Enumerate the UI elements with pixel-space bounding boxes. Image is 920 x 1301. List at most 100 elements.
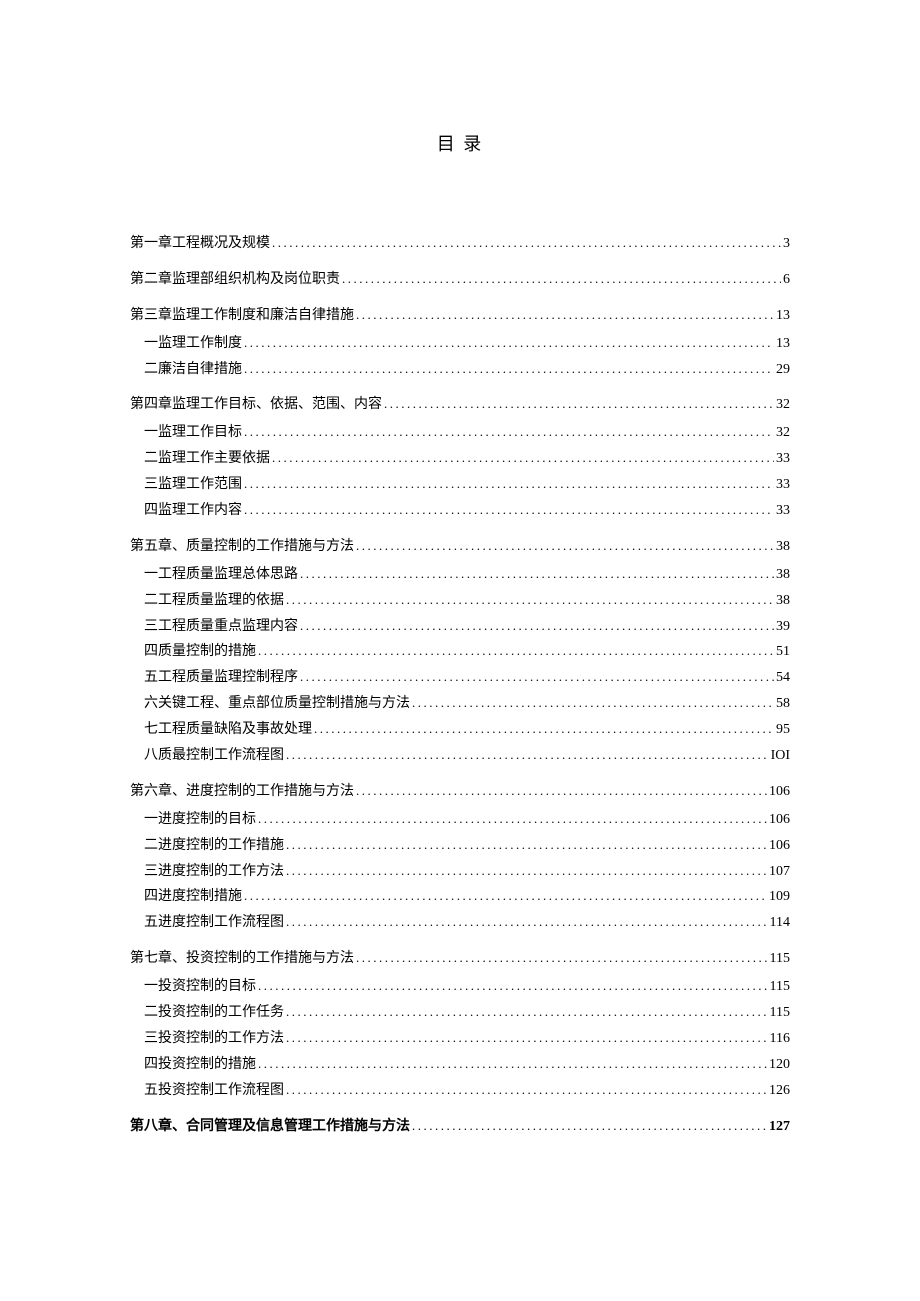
toc-entry: 六关键工程、重点部位质量控制措施与方法 58 bbox=[130, 691, 790, 717]
toc-page-number: 115 bbox=[768, 974, 790, 1000]
toc-label: 第三章监理工作制度和廉洁自律措施 bbox=[130, 303, 354, 329]
toc-entry: 二投资控制的工作任务115 bbox=[130, 1000, 790, 1026]
toc-label: 三监理工作范围 bbox=[144, 472, 242, 498]
toc-label: 四质量控制的措施 bbox=[144, 639, 256, 665]
toc-page-number: 38 bbox=[774, 588, 790, 614]
toc-label: 一监理工作目标 bbox=[144, 420, 242, 446]
toc-leader-dots bbox=[354, 779, 767, 803]
toc-leader-dots bbox=[256, 807, 767, 831]
toc-entry: 五工程质量监理控制程序 54 bbox=[130, 665, 790, 691]
toc-entry: 二监理工作主要依据 33 bbox=[130, 446, 790, 472]
toc-label: 二进度控制的工作措施 bbox=[144, 833, 284, 859]
toc-page-number: 32 bbox=[774, 392, 790, 418]
toc-leader-dots bbox=[284, 743, 769, 767]
toc-label: 四投资控制的措施 bbox=[144, 1052, 256, 1078]
table-of-contents: 第一章工程概况及规模 3 第二章监理部组织机构及岗位职责6 第三章监理工作制度和廉洁自… bbox=[130, 231, 790, 1140]
toc-page-number: 33 bbox=[774, 446, 790, 472]
toc-label: 第六章、进度控制的工作措施与方法 bbox=[130, 779, 354, 805]
toc-label: 一监理工作制度 bbox=[144, 331, 242, 357]
toc-label: 三投资控制的工作方法 bbox=[144, 1026, 284, 1052]
toc-label: 第四章监理工作目标、依据、范围、内容 bbox=[130, 392, 382, 418]
toc-entry: 三进度控制的工作方法107 bbox=[130, 859, 790, 885]
toc-entry: 第八章、合同管理及信息管理工作措施与方法 127 bbox=[130, 1114, 790, 1140]
toc-page-number: 33 bbox=[774, 498, 790, 524]
toc-leader-dots bbox=[298, 665, 774, 689]
toc-page-number: 106 bbox=[767, 779, 790, 805]
toc-page-number: 38 bbox=[774, 562, 790, 588]
toc-page-number: 109 bbox=[767, 884, 790, 910]
toc-label: 八质最控制工作流程图 bbox=[144, 743, 284, 769]
toc-page-number: 39 bbox=[774, 614, 790, 640]
toc-leader-dots bbox=[256, 1052, 767, 1076]
toc-leader-dots bbox=[298, 562, 774, 586]
toc-page-number: 3 bbox=[781, 231, 790, 257]
toc-page-number: 126 bbox=[767, 1078, 790, 1104]
toc-entry: 一工程质量监理总体思路 38 bbox=[130, 562, 790, 588]
toc-entry: 第四章监理工作目标、依据、范围、内容 32 bbox=[130, 392, 790, 418]
toc-label: 一投资控制的目标 bbox=[144, 974, 256, 1000]
toc-entry: 第三章监理工作制度和廉洁自律措施13 bbox=[130, 303, 790, 329]
toc-entry: 三监理工作范围 33 bbox=[130, 472, 790, 498]
toc-page-number: 54 bbox=[774, 665, 790, 691]
toc-label: 五工程质量监理控制程序 bbox=[144, 665, 298, 691]
toc-entry: 四质量控制的措施 51 bbox=[130, 639, 790, 665]
toc-leader-dots bbox=[242, 357, 774, 381]
toc-page-number: 106 bbox=[767, 807, 790, 833]
toc-label: 第八章、合同管理及信息管理工作措施与方法 bbox=[130, 1114, 410, 1140]
toc-page-number: 38 bbox=[774, 534, 790, 560]
toc-page-number: 58 bbox=[774, 691, 790, 717]
toc-label: 六关键工程、重点部位质量控制措施与方法 bbox=[144, 691, 410, 717]
toc-leader-dots bbox=[242, 884, 767, 908]
toc-page-number: 51 bbox=[774, 639, 790, 665]
toc-leader-dots bbox=[270, 446, 774, 470]
toc-leader-dots bbox=[242, 498, 774, 522]
toc-leader-dots bbox=[284, 859, 767, 883]
toc-page-number: 107 bbox=[767, 859, 790, 885]
toc-leader-dots bbox=[410, 1114, 767, 1138]
toc-entry: 二廉洁自律措施 29 bbox=[130, 357, 790, 383]
toc-label: 三工程质量重点监理内容 bbox=[144, 614, 298, 640]
toc-leader-dots bbox=[284, 1026, 768, 1050]
toc-entry: 五进度控制工作流程图114 bbox=[130, 910, 790, 936]
toc-leader-dots bbox=[312, 717, 774, 741]
toc-entry: 八质最控制工作流程图 IOI bbox=[130, 743, 790, 769]
toc-page-number: IOI bbox=[769, 743, 790, 769]
toc-page-number: 29 bbox=[774, 357, 790, 383]
toc-label: 二投资控制的工作任务 bbox=[144, 1000, 284, 1026]
toc-leader-dots bbox=[284, 1000, 768, 1024]
toc-label: 一工程质量监理总体思路 bbox=[144, 562, 298, 588]
page-title: 目 录 bbox=[130, 130, 790, 156]
toc-leader-dots bbox=[284, 588, 774, 612]
toc-label: 五进度控制工作流程图 bbox=[144, 910, 284, 936]
toc-leader-dots bbox=[242, 331, 774, 355]
toc-label: 第一章工程概况及规模 bbox=[130, 231, 270, 257]
toc-page-number: 120 bbox=[767, 1052, 790, 1078]
toc-leader-dots bbox=[284, 833, 767, 857]
toc-page-number: 33 bbox=[774, 472, 790, 498]
toc-page-number: 115 bbox=[768, 946, 790, 972]
toc-leader-dots bbox=[256, 639, 774, 663]
toc-entry: 第二章监理部组织机构及岗位职责6 bbox=[130, 267, 790, 293]
toc-entry: 七工程质量缺陷及事故处理95 bbox=[130, 717, 790, 743]
toc-label: 二廉洁自律措施 bbox=[144, 357, 242, 383]
toc-leader-dots bbox=[256, 974, 768, 998]
toc-leader-dots bbox=[354, 303, 774, 327]
toc-label: 第二章监理部组织机构及岗位职责 bbox=[130, 267, 340, 293]
toc-leader-dots bbox=[270, 231, 781, 255]
toc-entry: 四进度控制措施109 bbox=[130, 884, 790, 910]
toc-leader-dots bbox=[340, 267, 781, 291]
toc-leader-dots bbox=[354, 946, 768, 970]
toc-entry: 第一章工程概况及规模 3 bbox=[130, 231, 790, 257]
toc-label: 一进度控制的目标 bbox=[144, 807, 256, 833]
toc-entry: 二进度控制的工作措施106 bbox=[130, 833, 790, 859]
toc-entry: 一监理工作制度13 bbox=[130, 331, 790, 357]
toc-entry: 四投资控制的措施 120 bbox=[130, 1052, 790, 1078]
toc-label: 二监理工作主要依据 bbox=[144, 446, 270, 472]
toc-page-number: 127 bbox=[767, 1114, 790, 1140]
toc-leader-dots bbox=[298, 614, 774, 638]
toc-label: 第五章、质量控制的工作措施与方法 bbox=[130, 534, 354, 560]
toc-entry: 四监理工作内容33 bbox=[130, 498, 790, 524]
toc-leader-dots bbox=[242, 420, 774, 444]
toc-entry: 第六章、进度控制的工作措施与方法 106 bbox=[130, 779, 790, 805]
toc-entry: 二工程质量监理的依据38 bbox=[130, 588, 790, 614]
